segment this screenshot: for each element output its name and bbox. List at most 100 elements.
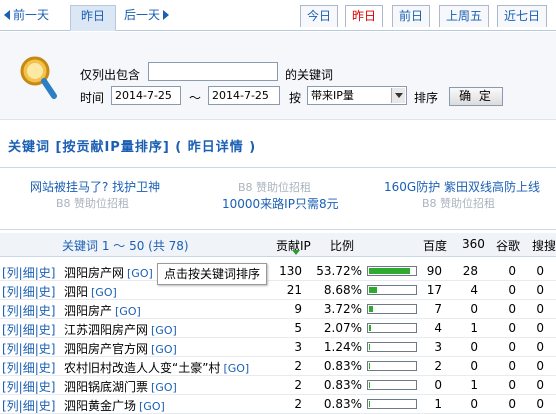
- sort-field-select[interactable]: 带来IP量: [307, 86, 407, 105]
- ratio-cell: 0.83%: [323, 378, 362, 392]
- ratio-bar: [367, 285, 417, 295]
- keyword-cell: 泗阳房产 [GO]: [64, 302, 141, 319]
- keyword-text[interactable]: 泗阳黄金广场: [64, 399, 136, 413]
- keyword-text[interactable]: 泗阳房产: [64, 304, 112, 318]
- go-link[interactable]: [GO]: [115, 305, 141, 318]
- ip-count-cell: 3: [294, 340, 302, 354]
- keyword-column-header[interactable]: 关键词 1 ～ 50 (共 78): [62, 237, 189, 254]
- sort-desc-icon: [292, 250, 300, 255]
- sogou-count-cell: 0: [536, 397, 544, 411]
- date-from-input[interactable]: 2014-7-25: [111, 86, 181, 105]
- row-action-links[interactable]: [列|细|史]: [2, 283, 55, 300]
- sogou-count-cell: 0: [536, 302, 544, 316]
- google-count-cell: 0: [508, 321, 516, 335]
- sogou-count-cell: 0: [536, 378, 544, 392]
- table-header: 关键词 1 ～ 50 (共 78) 贡献IP 比例 百度 360 谷歌 搜搜: [0, 233, 556, 257]
- quick-today-button[interactable]: 今日: [300, 5, 338, 27]
- tooltip: 点击按关键词排序: [157, 263, 267, 285]
- sort-by-label: 按: [289, 91, 302, 105]
- next-day-label: 后一天: [124, 8, 161, 22]
- current-day-tab[interactable]: 昨日: [70, 5, 116, 31]
- ad-slot-vacant[interactable]: B8 赞助位招租: [238, 179, 311, 195]
- include-label: 仅列出包含: [80, 68, 141, 82]
- previous-day-link[interactable]: 前一天: [2, 5, 68, 27]
- ip-count-cell: 21: [286, 283, 302, 297]
- quick-last-friday-button[interactable]: 上周五: [439, 5, 489, 27]
- table-row: [列|细|史] 泗阳黄金广场 [GO] 2 0.83% 1 0 0 0: [0, 395, 556, 414]
- quick-yesterday-button[interactable]: 昨日: [345, 5, 383, 27]
- keyword-text[interactable]: 泗阳: [64, 285, 88, 299]
- baidu-column-header[interactable]: 百度: [423, 237, 447, 254]
- keyword-cell: 泗阳黄金广场 [GO]: [64, 397, 165, 414]
- row-action-links[interactable]: [列|细|史]: [2, 397, 55, 414]
- page-title: 关键词 [按贡献IP量排序] ( 昨日详情 ): [8, 140, 257, 155]
- ad-slot-vacant[interactable]: B8 赞助位招租: [56, 195, 129, 211]
- keyword-text[interactable]: 江苏泗阳房产网: [64, 323, 148, 337]
- go-link[interactable]: [GO]: [151, 343, 177, 356]
- date-to-input[interactable]: 2014-7-25: [208, 86, 280, 105]
- ip-count-cell: 130: [279, 264, 302, 278]
- baidu-count-cell: 90: [426, 264, 442, 278]
- sogou-column-header[interactable]: 搜搜: [532, 237, 556, 254]
- baidu-count-cell: 2: [434, 359, 442, 373]
- keyword-cell: 农村旧村改造人人变“土豪”村 [GO]: [64, 359, 249, 376]
- sort-label: 排序: [414, 91, 439, 105]
- keyword-text[interactable]: 泗阳锅底湖门票: [64, 380, 148, 394]
- table-row: [列|细|史] 泗阳房产网 [GO] 130 53.72% 90 28 0 0: [0, 262, 556, 281]
- go-link[interactable]: [GO]: [91, 286, 117, 299]
- go-link[interactable]: [GO]: [151, 324, 177, 337]
- go-link[interactable]: [GO]: [223, 362, 249, 375]
- ratio-cell: 0.83%: [323, 359, 362, 373]
- ratio-bar: [367, 380, 417, 390]
- keyword-text[interactable]: 泗阳房产官方网: [64, 342, 148, 356]
- previous-day-label: 前一天: [13, 8, 50, 22]
- ratio-bar: [367, 266, 417, 276]
- ip-count-cell: 2: [294, 397, 302, 411]
- google-count-cell: 0: [508, 302, 516, 316]
- ratio-bar: [367, 361, 417, 371]
- 360-count-cell: 0: [470, 302, 478, 316]
- keyword-filter-input[interactable]: [148, 62, 278, 81]
- 360-count-cell: 0: [470, 340, 478, 354]
- ad-link-ddos-protection[interactable]: 160G防护 紫田双线高防上线: [384, 178, 540, 195]
- google-column-header[interactable]: 谷歌: [496, 237, 520, 254]
- ad-slot-vacant[interactable]: B8 赞助位招租: [422, 195, 495, 211]
- row-action-links[interactable]: [列|细|史]: [2, 340, 55, 357]
- row-action-links[interactable]: [列|细|史]: [2, 302, 55, 319]
- row-action-links[interactable]: [列|细|史]: [2, 359, 55, 376]
- go-link[interactable]: [GO]: [127, 267, 153, 280]
- baidu-count-cell: 0: [434, 378, 442, 392]
- go-link[interactable]: [GO]: [139, 400, 165, 413]
- table-row: [列|细|史] 泗阳锅底湖门票 [GO] 2 0.83% 0 1 0 0: [0, 376, 556, 395]
- magnifier-icon: [20, 56, 57, 99]
- row-action-links[interactable]: [列|细|史]: [2, 378, 55, 395]
- 360-column-header[interactable]: 360: [462, 237, 485, 251]
- google-count-cell: 0: [508, 340, 516, 354]
- quick-last-seven-days-button[interactable]: 近七日: [497, 5, 547, 27]
- ratio-cell: 2.07%: [323, 321, 362, 335]
- baidu-count-cell: 1: [434, 397, 442, 411]
- table-row: [列|细|史] 泗阳 [GO] 21 8.68% 17 4 0 0: [0, 281, 556, 300]
- ratio-column-header[interactable]: 比例: [330, 237, 354, 254]
- baidu-count-cell: 4: [434, 321, 442, 335]
- 360-count-cell: 4: [470, 283, 478, 297]
- ratio-cell: 3.72%: [323, 302, 362, 316]
- row-action-links[interactable]: [列|细|史]: [2, 264, 55, 281]
- confirm-button[interactable]: 确 定: [449, 87, 503, 106]
- next-day-link[interactable]: 后一天: [124, 5, 184, 27]
- keyword-cell: 江苏泗阳房产网 [GO]: [64, 321, 177, 338]
- row-action-links[interactable]: [列|细|史]: [2, 321, 55, 338]
- keyword-text[interactable]: 农村旧村改造人人变“土豪”村: [64, 361, 220, 375]
- 360-count-cell: 1: [470, 321, 478, 335]
- ratio-bar: [367, 399, 417, 409]
- go-link[interactable]: [GO]: [151, 381, 177, 394]
- google-count-cell: 0: [508, 264, 516, 278]
- ratio-bar-fill: [369, 363, 370, 369]
- time-label: 时间: [80, 91, 105, 105]
- ad-link-huweishen[interactable]: 网站被挂马了? 找护卫神: [30, 178, 160, 195]
- quick-day-before-button[interactable]: 前日: [392, 5, 430, 27]
- divider: [0, 167, 556, 168]
- ad-link-ip-traffic[interactable]: 10000来路IP只需8元: [222, 195, 339, 212]
- ratio-bar-fill: [369, 325, 371, 331]
- keyword-text[interactable]: 泗阳房产网: [64, 266, 124, 280]
